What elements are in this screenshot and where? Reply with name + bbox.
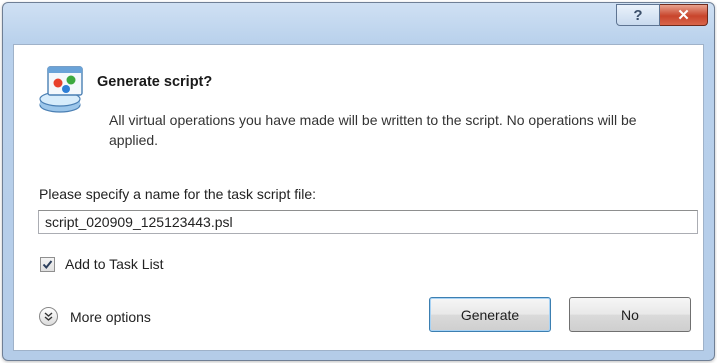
checkmark-icon bbox=[42, 259, 53, 269]
filename-prompt: Please specify a name for the task scrip… bbox=[39, 186, 317, 202]
help-icon: ? bbox=[633, 6, 643, 24]
no-button[interactable]: No bbox=[569, 297, 691, 332]
script-disk-icon bbox=[39, 66, 83, 113]
generate-button[interactable]: Generate bbox=[429, 297, 551, 332]
add-to-task-list-checkbox[interactable] bbox=[40, 256, 55, 272]
add-to-task-list-option[interactable]: Add to Task List bbox=[40, 256, 164, 272]
close-icon: ✕ bbox=[677, 7, 690, 24]
help-button[interactable]: ? bbox=[616, 4, 660, 26]
title-bar-buttons: ? ✕ bbox=[616, 4, 708, 26]
add-to-task-list-label: Add to Task List bbox=[65, 256, 164, 272]
dialog-body: Generate script? All virtual operations … bbox=[13, 44, 704, 351]
script-filename-input[interactable] bbox=[38, 210, 698, 234]
dialog-heading: Generate script? bbox=[97, 74, 213, 90]
chevron-down-icon[interactable] bbox=[39, 307, 58, 326]
close-button[interactable]: ✕ bbox=[660, 4, 708, 26]
more-options-toggle[interactable]: More options bbox=[39, 307, 151, 326]
dialog-window: ? ✕ Generate script? All virtual operati… bbox=[2, 2, 715, 361]
more-options-label: More options bbox=[70, 308, 151, 325]
dialog-description: All virtual operations you have made wil… bbox=[109, 112, 637, 148]
